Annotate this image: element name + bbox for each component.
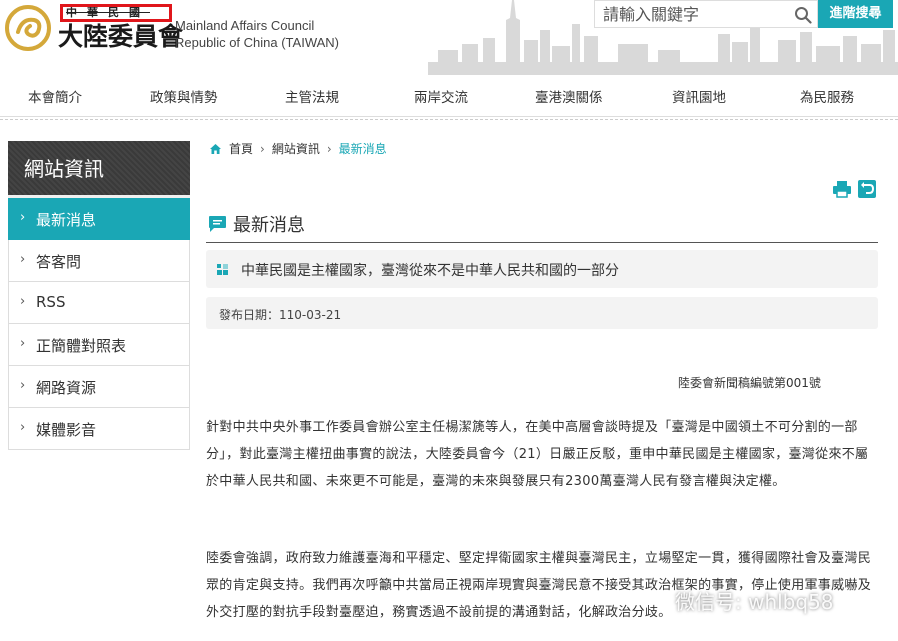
nav-item-services[interactable]: 為民服務: [800, 86, 854, 106]
sidebar-item-label: 最新消息: [36, 211, 97, 229]
nav-item-policy[interactable]: 政策與情勢: [150, 86, 218, 106]
breadcrumb-separator: ›: [260, 142, 265, 156]
sidebar-item-web-resources[interactable]: › 網路資源: [8, 366, 190, 408]
search-icon[interactable]: [794, 6, 812, 24]
nav-item-about[interactable]: 本會簡介: [28, 86, 82, 106]
grid-icon: [217, 264, 228, 275]
sidebar-item-media[interactable]: › 媒體影音: [8, 408, 190, 450]
article-title-box: 中華民國是主權國家，臺灣從來不是中華人民共和國的一部分: [206, 250, 878, 288]
watermark: 微信号: whlbq58: [675, 590, 834, 614]
sidebar-item-label: 正簡體對照表: [36, 337, 127, 355]
page-title: 最新消息: [233, 215, 305, 236]
breadcrumb-current[interactable]: 最新消息: [339, 142, 387, 156]
breadcrumb-separator: ›: [326, 142, 332, 156]
sidebar-item-rss[interactable]: › RSS: [8, 282, 190, 324]
logo-en-line1: Mainland Affairs Council: [175, 18, 315, 33]
print-icon[interactable]: [833, 180, 851, 198]
publish-date: 發布日期：110-03-21: [219, 308, 342, 322]
logo-en-line2: Republic of China (TAIWAN): [175, 35, 339, 50]
sidebar-item-label: 網路資源: [36, 379, 97, 397]
sidebar-title: 網站資訊: [8, 141, 190, 198]
sidebar-item-label: 媒體影音: [36, 421, 97, 439]
message-icon: [209, 216, 226, 232]
publish-date-box: 發布日期：110-03-21: [206, 297, 878, 329]
back-icon[interactable]: [858, 180, 876, 198]
chevron-right-icon: ›: [20, 420, 26, 435]
logo-cn-top: 中華民國: [60, 4, 172, 22]
article-paragraph: 針對中共中央外事工作委員會辦公室主任楊潔篪等人，在美中高層會談時提及「臺灣是中國…: [206, 420, 869, 489]
chevron-right-icon: ›: [20, 294, 26, 309]
nav-item-hk-macao[interactable]: 臺港澳關係: [535, 86, 603, 106]
advanced-search-button[interactable]: 進階搜尋: [818, 0, 893, 28]
chevron-right-icon: ›: [20, 252, 26, 267]
article-title: 中華民國是主權國家，臺灣從來不是中華人民共和國的一部分: [241, 263, 619, 279]
sidebar-item-char-table[interactable]: › 正簡體對照表: [8, 324, 190, 366]
main-nav: 本會簡介 政策與情勢 主管法規 兩岸交流 臺港澳關係 資訊園地 為民服務: [0, 75, 898, 117]
press-release-number: 陸委會新聞稿編號第001號: [678, 376, 821, 390]
nav-item-regulations[interactable]: 主管法規: [285, 86, 339, 106]
mac-emblem-icon[interactable]: [4, 4, 52, 52]
search-input[interactable]: [595, 1, 785, 27]
chevron-right-icon: ›: [20, 378, 26, 393]
sidebar: 網站資訊 › 最新消息 › 答客問 › RSS › 正簡體對照表 › 網路資源 …: [8, 141, 190, 450]
nav-item-cross-strait[interactable]: 兩岸交流: [414, 86, 468, 106]
search-box: [594, 0, 818, 28]
breadcrumb-home[interactable]: 首頁: [229, 142, 253, 156]
breadcrumb-site-info[interactable]: 網站資訊: [272, 142, 320, 156]
chevron-right-icon: ›: [20, 210, 26, 225]
chevron-right-icon: ›: [20, 336, 26, 351]
sidebar-item-label: RSS: [36, 293, 66, 311]
breadcrumb: 首頁 › 網站資訊 › 最新消息: [210, 140, 387, 157]
section-header: 最新消息: [206, 209, 878, 243]
sidebar-item-faq[interactable]: › 答客問: [8, 240, 190, 282]
sidebar-item-news[interactable]: › 最新消息: [8, 198, 190, 240]
nav-item-info[interactable]: 資訊園地: [672, 86, 726, 106]
logo-cn-main[interactable]: 大陸委員會: [58, 23, 183, 51]
site-header: 中華民國 大陸委員會 Mainland Affairs Council Repu…: [0, 0, 898, 75]
divider: [0, 117, 898, 120]
sidebar-item-label: 答客問: [36, 253, 82, 271]
home-icon: [210, 144, 221, 154]
